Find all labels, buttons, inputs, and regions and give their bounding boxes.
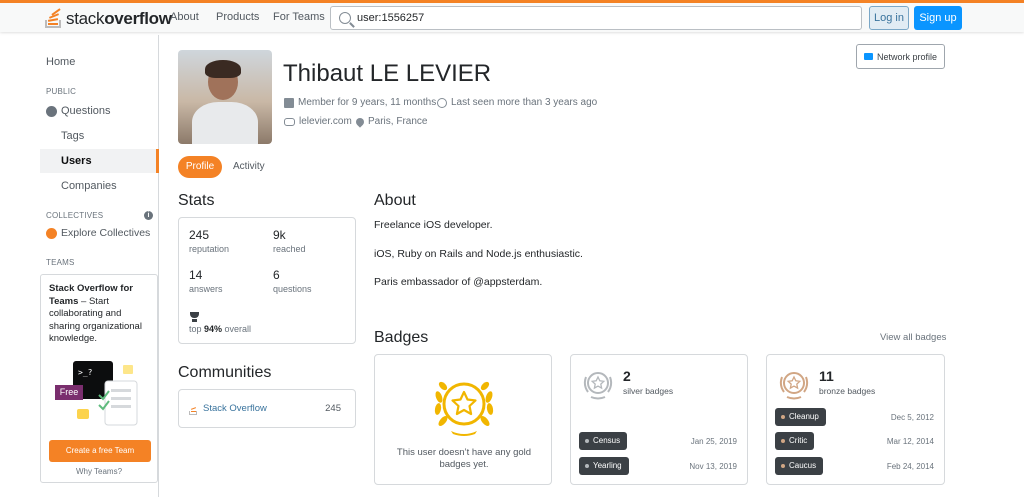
globe-icon — [46, 106, 57, 117]
badge-census-date: Jan 25, 2019 — [690, 437, 737, 446]
top-bar: stackoverflow About Products For Teams L… — [0, 0, 1024, 32]
nav-products[interactable]: Products — [216, 11, 259, 23]
website-link[interactable]: lelevier.com — [284, 116, 352, 127]
signup-button[interactable]: Sign up — [914, 6, 962, 30]
sidebar-item-home[interactable]: Home — [46, 56, 75, 68]
community-reputation: 245 — [325, 403, 341, 414]
svg-text:>_?: >_? — [78, 368, 93, 377]
search-icon — [339, 12, 351, 24]
stats-card: 245 reputation 9k reached 14 answers 6 q… — [178, 217, 356, 344]
bronze-medal-icon — [779, 372, 809, 400]
badge-critic-date: Mar 12, 2014 — [886, 437, 934, 446]
stackoverflow-logo[interactable]: stackoverflow — [44, 7, 172, 31]
search-box[interactable] — [330, 6, 862, 30]
sidebar-section-public: PUBLIC — [46, 87, 77, 96]
top-percentile: top 94% overall — [189, 324, 252, 334]
questions-value: 6 — [273, 268, 280, 282]
about-heading: About — [374, 192, 416, 209]
communities-heading: Communities — [178, 364, 272, 381]
badge-census[interactable]: Census — [579, 432, 628, 450]
sidebar-item-explore-collectives[interactable]: Explore Collectives — [61, 227, 150, 239]
collectives-icon — [46, 228, 57, 239]
badges-heading: Badges — [374, 329, 429, 346]
silver-medal-icon — [583, 372, 613, 400]
trophy-icon — [189, 312, 200, 323]
teams-promo-text: Stack Overflow for Teams – Start collabo… — [49, 283, 142, 344]
sidebar-section-collectives: COLLECTIVES — [46, 211, 104, 220]
search-input[interactable] — [357, 10, 847, 26]
create-free-team-button[interactable]: Create a free Team — [49, 440, 151, 462]
communities-card: Stack Overflow 245 — [178, 389, 356, 428]
stackoverflow-logo-icon — [44, 8, 62, 30]
badge-critic[interactable]: Critic — [775, 432, 815, 450]
logo-text: stackoverflow — [66, 9, 172, 28]
bronze-badge-label: bronze badges — [819, 386, 876, 396]
badge-cleanup-date: Dec 5, 2012 — [890, 413, 934, 422]
silver-badges-card: 2 silver badges Census Jan 25, 2019 Year… — [570, 354, 748, 485]
community-name[interactable]: Stack Overflow — [203, 403, 267, 414]
sidebar-section-teams: TEAMS — [46, 258, 75, 267]
why-teams-link[interactable]: Why Teams? — [41, 467, 157, 476]
member-since: Member for 9 years, 11 months — [284, 97, 436, 108]
view-all-badges-link[interactable]: View all badges — [880, 332, 946, 343]
sidebar-item-tags[interactable]: Tags — [61, 130, 84, 142]
reputation-label: reputation — [189, 244, 230, 254]
badge-yearling-date: Nov 13, 2019 — [689, 462, 737, 471]
badge-caucus-date: Feb 24, 2014 — [886, 462, 934, 471]
stats-heading: Stats — [178, 192, 215, 209]
nav-about[interactable]: About — [170, 11, 199, 23]
clock-icon — [437, 97, 447, 108]
profile-name: Thibaut LE LEVIER — [283, 60, 492, 87]
bronze-badges-card: 11 bronze badges Cleanup Dec 5, 2012 Cri… — [766, 354, 945, 485]
gold-medal-icon — [434, 381, 494, 436]
free-badge: Free — [55, 385, 83, 400]
cake-icon — [284, 97, 294, 108]
reputation-value: 245 — [189, 228, 210, 242]
sidebar-item-users[interactable]: Users — [61, 155, 92, 167]
network-profile-button[interactable]: Network profile — [856, 44, 945, 69]
nav-for-teams[interactable]: For Teams — [273, 11, 325, 23]
reached-label: reached — [273, 244, 306, 254]
badge-caucus[interactable]: Caucus — [775, 457, 824, 475]
badge-yearling[interactable]: Yearling — [579, 457, 629, 475]
link-icon — [284, 117, 295, 126]
tab-profile[interactable]: Profile — [178, 156, 222, 178]
stackoverflow-icon — [189, 405, 199, 415]
badge-cleanup[interactable]: Cleanup — [775, 408, 826, 426]
reached-value: 9k — [273, 228, 286, 242]
user-avatar — [178, 50, 272, 144]
bronze-badge-count: 11 — [819, 368, 834, 384]
last-seen: Last seen more than 3 years ago — [437, 97, 597, 108]
gold-badges-empty-text: This user doesn’t have any gold badges y… — [396, 447, 532, 470]
gold-badges-card: This user doesn’t have any gold badges y… — [374, 354, 552, 485]
login-button[interactable]: Log in — [869, 6, 909, 30]
sidebar-active-indicator — [40, 149, 159, 173]
silver-badge-label: silver badges — [623, 386, 674, 396]
answers-label: answers — [189, 284, 223, 294]
about-line-1: Freelance iOS developer. — [374, 219, 493, 231]
network-icon — [863, 53, 873, 60]
answers-value: 14 — [189, 268, 203, 282]
location-pin-icon — [354, 115, 366, 128]
teams-promo: Stack Overflow for Teams – Start collabo… — [40, 274, 158, 483]
info-icon[interactable]: i — [144, 211, 153, 220]
sidebar-item-companies[interactable]: Companies — [61, 180, 117, 192]
silver-badge-count: 2 — [623, 368, 631, 384]
about-line-2: iOS, Ruby on Rails and Node.js enthusias… — [374, 248, 583, 260]
sidebar-item-questions[interactable]: Questions — [61, 105, 111, 117]
location: Paris, France — [354, 115, 427, 128]
tab-activity[interactable]: Activity — [233, 161, 265, 172]
questions-label: questions — [273, 284, 312, 294]
about-line-3: Paris embassador of @appsterdam. — [374, 276, 543, 288]
